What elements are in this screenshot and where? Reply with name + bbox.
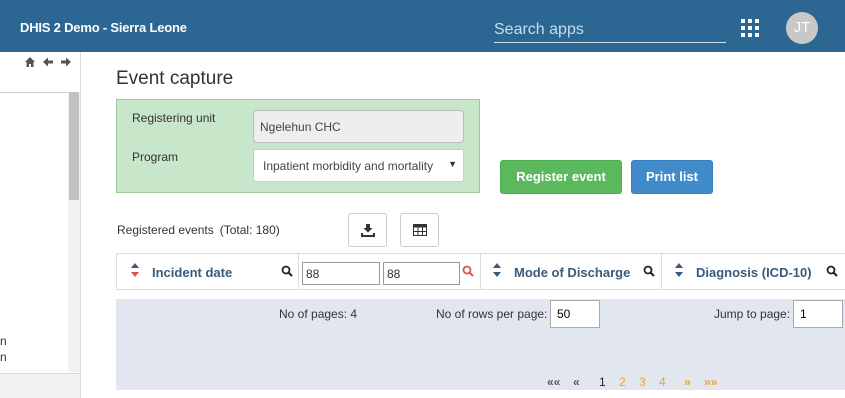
registering-unit-label: Registering unit [132,111,216,125]
column-label: Incident date [152,265,233,280]
registered-events-total: (Total: 180) [219,223,280,237]
search-icon[interactable] [826,265,838,277]
program-select[interactable]: Inpatient morbidity and mortality ▼ [253,149,464,182]
selection-form: Registering unit Ngelehun CHC Program In… [116,99,480,193]
apps-grid-icon[interactable] [741,19,759,37]
search-icon[interactable] [281,265,293,277]
page-link[interactable]: 2 [619,375,626,389]
tree-nav [22,56,78,72]
first-page-link[interactable]: «« [547,375,560,389]
download-icon [361,224,375,237]
download-button[interactable] [348,213,387,247]
caret-down-icon: ▼ [448,159,457,169]
page-link[interactable]: 3 [639,375,646,389]
column-label: Mode of Discharge [514,265,631,280]
app-title[interactable]: DHIS 2 Demo - Sierra Leone [20,20,187,35]
arrow-left-icon[interactable] [42,56,54,71]
events-table-header: Incident date Mode of Discharge Diagnosi… [116,253,845,290]
column-diagnosis[interactable]: Diagnosis (ICD-10) [662,254,845,290]
print-list-button[interactable]: Print list [631,160,713,194]
search-apps-input[interactable] [494,14,726,43]
sort-icon[interactable] [675,263,683,277]
registering-unit-field: Ngelehun CHC [253,110,464,143]
user-avatar[interactable]: JT [786,12,818,44]
filter-from-input[interactable] [302,262,380,285]
rows-per-page-label: No of rows per page: [436,307,548,321]
column-incident-date[interactable]: Incident date [116,254,299,290]
home-icon[interactable] [24,56,36,71]
org-unit-tree[interactable]: n n [0,92,68,372]
page-link[interactable]: 4 [659,375,666,389]
registered-events-label: Registered events (Total: 180) [117,223,280,237]
horizontal-scrollbar[interactable] [0,373,80,398]
vertical-scrollbar[interactable] [68,92,80,372]
column-settings-button[interactable] [400,213,439,247]
page-count: No of pages: 4 [279,307,358,321]
tree-item[interactable]: n [0,334,7,348]
table-grid-icon [413,224,427,236]
filter-to-input[interactable] [383,262,460,285]
page-title: Event capture [116,68,234,89]
arrow-right-icon[interactable] [60,56,72,71]
register-event-button[interactable]: Register event [500,160,622,194]
org-unit-panel: n n [0,52,81,398]
last-page-link[interactable]: »» [704,375,717,389]
filter-search-icon[interactable] [462,265,474,277]
column-label: Diagnosis (ICD-10) [696,265,812,280]
next-page-link[interactable]: » [684,375,691,389]
tree-item[interactable]: n [0,350,7,364]
page-link-current[interactable]: 1 [599,375,606,389]
column-mode-of-discharge[interactable]: Mode of Discharge [481,254,662,290]
sort-icon[interactable] [493,263,501,277]
jump-to-page-input[interactable] [793,300,843,328]
program-label: Program [132,150,179,164]
header-bar: DHIS 2 Demo - Sierra Leone JT [0,0,845,52]
rows-per-page-input[interactable] [550,300,600,328]
paging-footer: No of pages: 4 No of rows per page: Jump… [116,299,845,390]
program-select-value: Inpatient morbidity and mortality [263,159,434,173]
registered-events-text: Registered events [117,223,214,237]
jump-to-page-label: Jump to page: [714,307,791,321]
search-icon[interactable] [643,265,655,277]
sort-icon[interactable] [131,263,139,277]
scrollbar-thumb[interactable] [69,92,79,200]
prev-page-link[interactable]: « [573,375,580,389]
date-filter [299,254,481,290]
